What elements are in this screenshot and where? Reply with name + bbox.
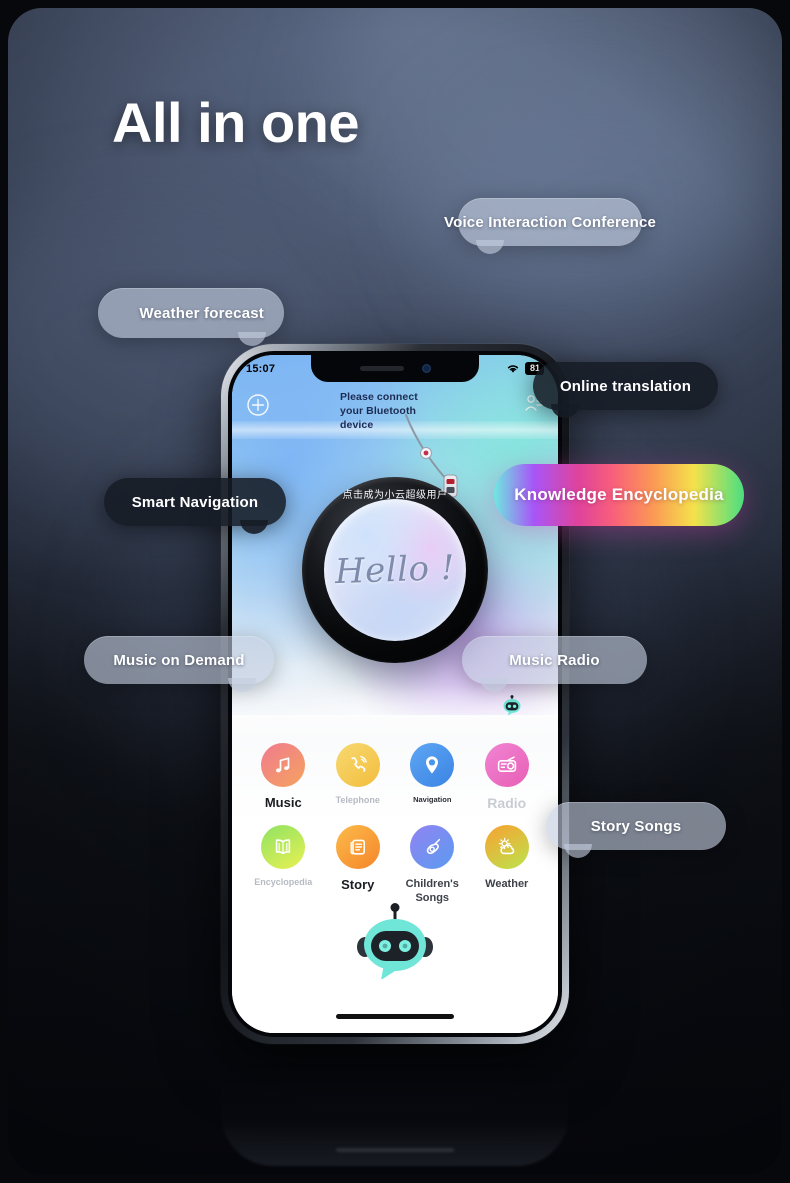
app-label: Story (341, 876, 375, 892)
open-book-icon (261, 824, 306, 869)
app-item-telephone[interactable]: Telephone (321, 743, 396, 813)
screenshot-stage: All in one Voice Interaction Conference … (0, 0, 790, 1183)
app-item-radio[interactable]: Radio (470, 743, 545, 813)
app-label: Encyclopedia (254, 876, 313, 887)
app-label: Radio (487, 795, 527, 811)
radio-icon (484, 743, 529, 787)
app-item-navigation[interactable]: Navigation (395, 743, 470, 813)
robot-icon[interactable] (500, 695, 524, 717)
app-label: Navigation (413, 795, 452, 804)
status-time: 15:07 (246, 362, 276, 375)
hello-ring[interactable]: 点击成为小云超级用户 Hello ! (302, 477, 488, 663)
app-item-encyclopedia[interactable]: Encyclopedia (246, 824, 321, 905)
hello-text: Hello ! (334, 547, 456, 593)
music-note-icon (261, 743, 306, 787)
callout-label: Voice Interaction Conference (443, 213, 657, 231)
app-label: Weather (485, 877, 529, 890)
ring-label: 点击成为小云超级用户 (342, 490, 448, 501)
callout-music-on-demand[interactable]: Music on Demand (84, 636, 274, 692)
callout-label: Music Radio (509, 651, 600, 669)
robot-mascot-icon[interactable] (352, 903, 438, 979)
page-title: All in one (112, 91, 360, 154)
home-indicator (336, 1014, 454, 1019)
sun-cloud-icon (484, 824, 529, 869)
app-item-childrens-songs[interactable]: Children's Songs (395, 824, 470, 905)
app-item-story[interactable]: Story (321, 824, 396, 905)
phone-call-icon (335, 743, 380, 787)
app-label: Telephone (335, 795, 380, 805)
phone-device: 15:07 81 Please connect your Bluetooth d… (221, 344, 569, 1044)
document-icon (335, 824, 380, 869)
phone-screen: 15:07 81 Please connect your Bluetooth d… (232, 355, 558, 1033)
guitar-icon (410, 824, 455, 869)
phone-frame: 15:07 81 Please connect your Bluetooth d… (221, 344, 569, 1044)
app-grid: Music Telephone Navigation Radio Encyclo… (246, 743, 544, 905)
callout-story-songs[interactable]: Story Songs (546, 802, 726, 858)
map-pin-icon (410, 743, 455, 787)
callout-smart-navigation[interactable]: Smart Navigation (104, 478, 286, 534)
callout-voice-interaction-conference[interactable]: Voice Interaction Conference (444, 198, 656, 254)
app-item-music[interactable]: Music (246, 743, 321, 813)
callout-label: Knowledge Encyclopedia (514, 485, 724, 504)
callout-label: Smart Navigation (131, 493, 259, 511)
app-item-weather[interactable]: Weather (470, 824, 545, 905)
callout-label: Online translation (559, 377, 692, 395)
app-label: Music (264, 795, 302, 810)
callout-online-translation[interactable]: Online translation (533, 362, 718, 418)
callout-knowledge-encyclopedia[interactable]: Knowledge Encyclopedia (494, 464, 744, 526)
plus-circle-icon[interactable] (246, 393, 270, 417)
wifi-icon (507, 365, 519, 373)
status-bar: 15:07 81 (232, 355, 558, 382)
phone-bezel: 15:07 81 Please connect your Bluetooth d… (228, 351, 562, 1037)
callout-label: Music on Demand (113, 651, 245, 669)
callout-weather-forecast[interactable]: Weather forecast (98, 288, 284, 346)
callout-label: Weather forecast (139, 304, 264, 322)
callout-label: Story Songs (590, 817, 682, 835)
callout-music-radio[interactable]: Music Radio (462, 636, 647, 692)
app-label: Children's Songs (405, 877, 459, 904)
hello-disc: Hello ! (324, 499, 466, 641)
